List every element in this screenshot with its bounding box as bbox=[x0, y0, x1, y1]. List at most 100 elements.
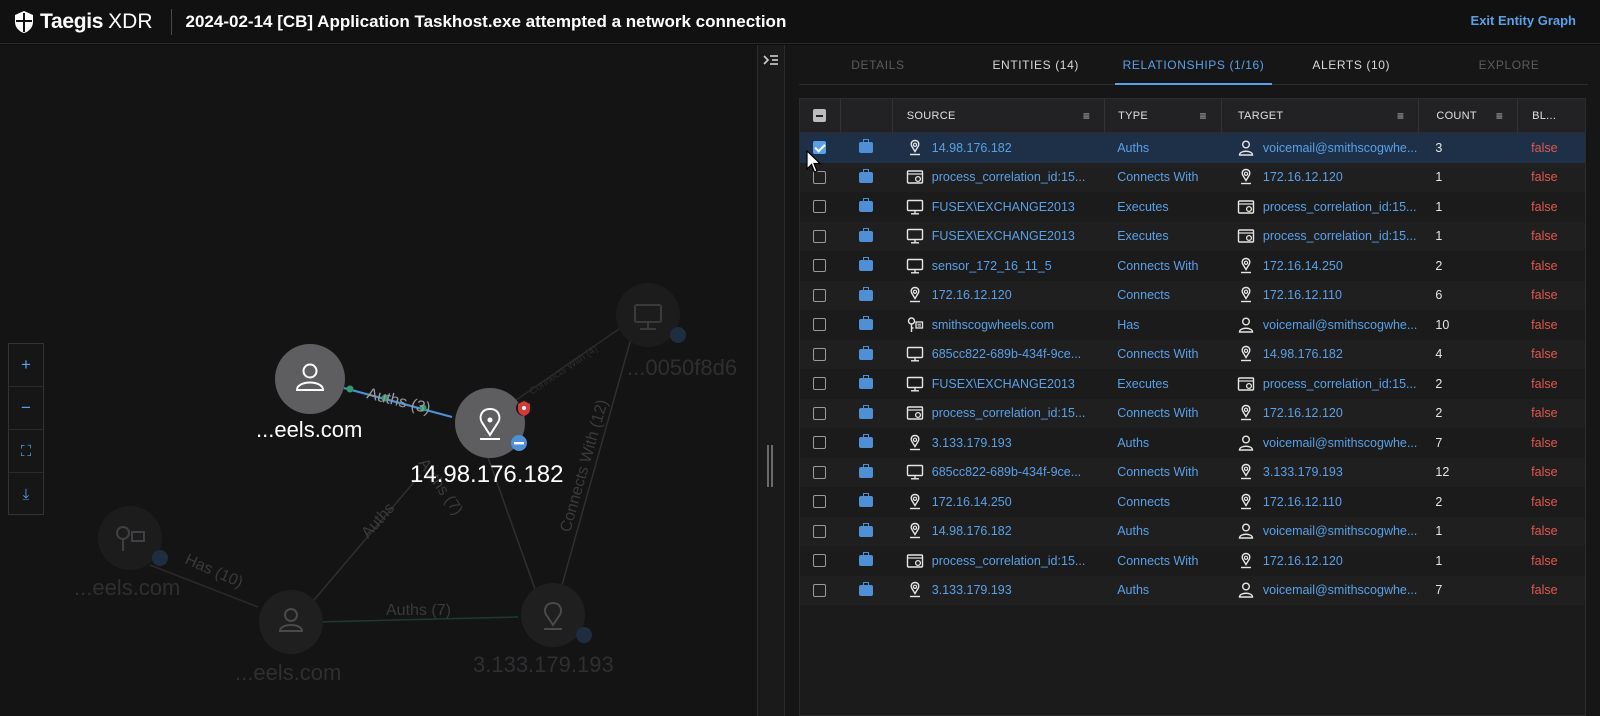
table-row[interactable]: 172.16.14.250 Connects 172.16.12.110 2 false bbox=[800, 487, 1585, 517]
type-link[interactable]: Executes bbox=[1117, 229, 1168, 243]
source-link[interactable]: 3.133.179.193 bbox=[932, 436, 1012, 450]
briefcase-icon[interactable] bbox=[858, 316, 873, 331]
source-link[interactable]: FUSEX\EXCHANGE2013 bbox=[932, 229, 1075, 243]
row-checkbox[interactable] bbox=[813, 495, 827, 509]
source-link[interactable]: process_correlation_id:15... bbox=[932, 554, 1086, 568]
column-menu-icon[interactable]: ≡ bbox=[1200, 109, 1207, 123]
target-link[interactable]: voicemail@smithscogwhe... bbox=[1263, 436, 1417, 450]
type-link[interactable]: Connects With bbox=[1117, 406, 1198, 420]
download-button[interactable]: ⤓ bbox=[9, 473, 43, 516]
target-link[interactable]: voicemail@smithscogwhe... bbox=[1263, 141, 1417, 155]
node-host-faded[interactable]: ...0050f8d6 bbox=[616, 283, 737, 380]
briefcase-icon[interactable] bbox=[858, 139, 873, 154]
row-checkbox[interactable] bbox=[813, 318, 827, 332]
row-checkbox[interactable] bbox=[813, 436, 827, 450]
node-ip-main[interactable]: 14.98.176.182 bbox=[410, 388, 563, 488]
source-link[interactable]: sensor_172_16_11_5 bbox=[932, 259, 1052, 273]
type-link[interactable]: Connects With bbox=[1117, 465, 1198, 479]
row-checkbox[interactable] bbox=[813, 554, 827, 568]
target-link[interactable]: 3.133.179.193 bbox=[1263, 465, 1343, 479]
source-link[interactable]: smithscogwheels.com bbox=[932, 318, 1054, 332]
table-row[interactable]: 685cc822-689b-434f-9ce... Connects With 14… bbox=[800, 339, 1585, 369]
type-link[interactable]: Connects With bbox=[1117, 347, 1198, 361]
type-link[interactable]: Connects bbox=[1117, 288, 1170, 302]
source-link[interactable]: 14.98.176.182 bbox=[932, 141, 1012, 155]
zoom-in-button[interactable]: + bbox=[9, 344, 43, 387]
node-ip-faded[interactable]: 3.133.179.193 bbox=[473, 583, 614, 677]
table-row[interactable]: process_correlation_id:15... Connects Wit… bbox=[800, 162, 1585, 192]
table-row[interactable]: 685cc822-689b-434f-9ce... Connects With 3.… bbox=[800, 457, 1585, 487]
fit-to-screen-button[interactable]: ⛶ bbox=[9, 430, 43, 473]
source-link[interactable]: 685cc822-689b-434f-9ce... bbox=[932, 465, 1081, 479]
table-row[interactable]: 172.16.12.120 Connects 172.16.12.110 6 false bbox=[800, 280, 1585, 310]
resize-grip-icon[interactable] bbox=[767, 445, 773, 487]
column-header-target[interactable]: TARGET ≡ bbox=[1220, 98, 1418, 133]
collapse-panel-icon[interactable] bbox=[763, 53, 779, 67]
briefcase-icon[interactable] bbox=[858, 493, 873, 508]
target-link[interactable]: voicemail@smithscogwhe... bbox=[1263, 583, 1417, 597]
entity-graph-canvas[interactable]: Auths (3) Connects With (4) Connects Wit… bbox=[0, 45, 757, 716]
table-row[interactable]: FUSEX\EXCHANGE2013 Executes process_correl… bbox=[800, 221, 1585, 251]
target-link[interactable]: 172.16.12.120 bbox=[1263, 170, 1343, 184]
type-link[interactable]: Connects With bbox=[1117, 259, 1198, 273]
table-row[interactable]: process_correlation_id:15... Connects Wit… bbox=[800, 398, 1585, 428]
source-link[interactable]: 685cc822-689b-434f-9ce... bbox=[932, 347, 1081, 361]
tab-details[interactable]: DETAILS bbox=[799, 45, 957, 84]
target-link[interactable]: 14.98.176.182 bbox=[1263, 347, 1343, 361]
type-link[interactable]: Connects With bbox=[1117, 170, 1198, 184]
tab-alerts[interactable]: ALERTS (10) bbox=[1272, 45, 1430, 84]
row-checkbox[interactable] bbox=[813, 347, 827, 361]
target-link[interactable]: process_correlation_id:15... bbox=[1263, 377, 1417, 391]
briefcase-icon[interactable] bbox=[858, 552, 873, 567]
column-header-bl[interactable]: BL... bbox=[1517, 98, 1585, 133]
zoom-out-button[interactable]: − bbox=[9, 387, 43, 430]
briefcase-icon[interactable] bbox=[858, 198, 873, 213]
table-row[interactable]: 3.133.179.193 Auths voicemail@smithscogwhe… bbox=[800, 428, 1585, 458]
target-link[interactable]: voicemail@smithscogwhe... bbox=[1263, 318, 1417, 332]
row-checkbox[interactable] bbox=[813, 406, 827, 420]
column-menu-icon[interactable]: ≡ bbox=[1083, 109, 1090, 123]
target-link[interactable]: voicemail@smithscogwhe... bbox=[1263, 524, 1417, 538]
table-row[interactable]: sensor_172_16_11_5 Connects With 172.16.14… bbox=[800, 251, 1585, 281]
source-link[interactable]: 172.16.14.250 bbox=[932, 495, 1012, 509]
target-link[interactable]: 172.16.12.110 bbox=[1263, 288, 1342, 302]
briefcase-icon[interactable] bbox=[858, 257, 873, 272]
source-link[interactable]: 172.16.12.120 bbox=[932, 288, 1012, 302]
row-checkbox[interactable] bbox=[813, 200, 827, 214]
row-checkbox[interactable] bbox=[813, 288, 827, 302]
source-link[interactable]: FUSEX\EXCHANGE2013 bbox=[932, 200, 1075, 214]
type-link[interactable]: Has bbox=[1117, 318, 1139, 332]
target-link[interactable]: 172.16.12.120 bbox=[1263, 554, 1343, 568]
node-key-faded[interactable]: ...eels.com bbox=[74, 506, 180, 600]
table-row[interactable]: 14.98.176.182 Auths voicemail@smithscogwhe… bbox=[800, 516, 1585, 546]
column-header-type[interactable]: TYPE ≡ bbox=[1104, 98, 1221, 133]
logo[interactable]: Taegis XDR bbox=[0, 0, 153, 44]
panel-splitter[interactable] bbox=[757, 45, 785, 716]
briefcase-icon[interactable] bbox=[858, 463, 873, 478]
target-link[interactable]: process_correlation_id:15... bbox=[1263, 200, 1417, 214]
type-link[interactable]: Auths bbox=[1117, 141, 1149, 155]
table-row[interactable]: 3.133.179.193 Auths voicemail@smithscogwhe… bbox=[800, 575, 1585, 605]
table-row[interactable]: FUSEX\EXCHANGE2013 Executes process_correl… bbox=[800, 369, 1585, 399]
briefcase-icon[interactable] bbox=[858, 227, 873, 242]
briefcase-icon[interactable] bbox=[858, 522, 873, 537]
type-link[interactable]: Connects bbox=[1117, 495, 1170, 509]
type-link[interactable]: Executes bbox=[1117, 200, 1168, 214]
source-link[interactable]: 14.98.176.182 bbox=[932, 524, 1012, 538]
briefcase-icon[interactable] bbox=[858, 581, 873, 596]
briefcase-icon[interactable] bbox=[858, 345, 873, 360]
table-row[interactable]: process_correlation_id:15... Connects Wit… bbox=[800, 546, 1585, 576]
target-link[interactable]: 172.16.14.250 bbox=[1263, 259, 1343, 273]
source-link[interactable]: 3.133.179.193 bbox=[932, 583, 1012, 597]
type-link[interactable]: Auths bbox=[1117, 524, 1149, 538]
column-menu-icon[interactable]: ≡ bbox=[1397, 109, 1404, 123]
tab-explore[interactable]: EXPLORE bbox=[1430, 45, 1588, 84]
row-checkbox[interactable] bbox=[813, 377, 827, 391]
row-checkbox[interactable] bbox=[813, 524, 827, 538]
type-link[interactable]: Connects With bbox=[1117, 554, 1198, 568]
select-all-checkbox[interactable] bbox=[813, 109, 827, 122]
target-link[interactable]: 172.16.12.120 bbox=[1263, 406, 1343, 420]
type-link[interactable]: Auths bbox=[1117, 436, 1149, 450]
source-link[interactable]: process_correlation_id:15... bbox=[932, 170, 1086, 184]
briefcase-icon[interactable] bbox=[858, 286, 873, 301]
